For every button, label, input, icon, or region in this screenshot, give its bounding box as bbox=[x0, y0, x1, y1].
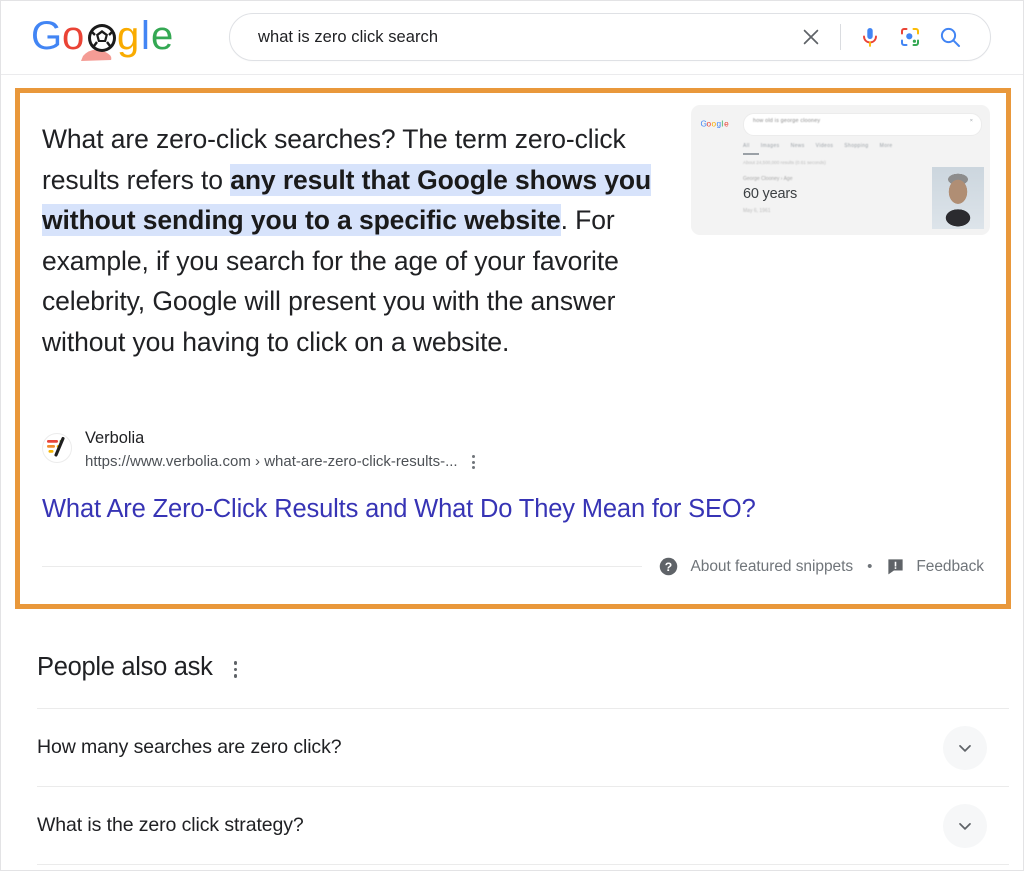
svg-text:o: o bbox=[62, 14, 84, 58]
people-also-ask-question: What is the zero click strategy? bbox=[37, 814, 304, 836]
thumbnail-tab: Images bbox=[760, 143, 780, 149]
google-lens-icon[interactable] bbox=[890, 17, 930, 57]
thumbnail-celebrity-photo bbox=[932, 167, 984, 229]
people-also-ask-bottom-divider bbox=[37, 864, 1009, 865]
svg-text:o: o bbox=[707, 119, 712, 128]
google-search-results-page: G o g l e what is zero click search What… bbox=[0, 0, 1024, 871]
search-bar-icons bbox=[791, 17, 990, 57]
microphone-icon[interactable] bbox=[850, 17, 890, 57]
thumbnail-tab-underline bbox=[743, 153, 759, 155]
featured-snippet: What are zero-click searches? The term z… bbox=[20, 93, 1006, 604]
about-this-result-kebab-icon[interactable] bbox=[467, 452, 480, 472]
thumbnail-search-box bbox=[743, 113, 982, 136]
svg-text:G: G bbox=[31, 14, 62, 58]
search-bar-divider bbox=[840, 24, 841, 50]
thumbnail-tab: More bbox=[879, 143, 893, 149]
people-also-ask-section: People also ask How many searches are ze… bbox=[1, 631, 1023, 865]
featured-snippet-thumbnail[interactable]: G o o g l e how old is george clooney × … bbox=[691, 105, 990, 235]
footer-separator: • bbox=[867, 558, 873, 575]
chevron-down-icon[interactable] bbox=[943, 725, 987, 770]
search-input[interactable] bbox=[230, 27, 791, 47]
thumbnail-tab: Videos bbox=[815, 143, 834, 149]
people-also-ask-title: People also ask bbox=[37, 653, 213, 681]
about-featured-snippets-link[interactable]: ? About featured snippets bbox=[658, 556, 853, 577]
result-title-link[interactable]: What Are Zero-Click Results and What Do … bbox=[42, 493, 756, 525]
verbolia-favicon bbox=[42, 433, 72, 463]
thumbnail-tab: Shopping bbox=[844, 143, 869, 149]
footer-divider bbox=[42, 566, 643, 567]
svg-text:o: o bbox=[712, 119, 717, 128]
svg-text:l: l bbox=[141, 14, 150, 58]
thumbnail-kp-label: George Clooney › Age bbox=[743, 176, 793, 182]
svg-text:e: e bbox=[151, 14, 173, 58]
people-also-ask-item[interactable]: What is the zero click strategy? bbox=[37, 786, 1009, 864]
source-site-name: Verbolia bbox=[85, 429, 145, 447]
svg-text:e: e bbox=[724, 119, 729, 128]
people-also-ask-header: People also ask bbox=[1, 631, 1023, 682]
thumbnail-query-text: how old is george clooney bbox=[753, 118, 821, 124]
snippet-source[interactable]: Verbolia https://www.verbolia.com › what… bbox=[42, 428, 480, 472]
feedback-link[interactable]: Feedback bbox=[886, 557, 984, 576]
svg-text:G: G bbox=[701, 119, 707, 128]
search-submit-icon[interactable] bbox=[930, 17, 970, 57]
thumbnail-tabs: All Images News Videos Shopping More bbox=[743, 143, 904, 149]
chevron-down-icon[interactable] bbox=[943, 803, 987, 848]
people-also-ask-item[interactable]: How many searches are zero click? bbox=[37, 708, 1009, 786]
svg-text:l: l bbox=[721, 119, 723, 128]
clear-icon[interactable] bbox=[791, 17, 831, 57]
svg-text:?: ? bbox=[665, 560, 672, 574]
thumbnail-answer: 60 years bbox=[743, 186, 798, 202]
featured-snippet-footer: ? About featured snippets • Feedback bbox=[42, 556, 984, 577]
people-also-ask-question: How many searches are zero click? bbox=[37, 736, 342, 758]
people-also-ask-list: How many searches are zero click? What i… bbox=[1, 708, 1023, 865]
featured-snippet-highlight-frame: What are zero-click searches? The term z… bbox=[15, 88, 1011, 609]
thumbnail-google-logo: G o o g l e bbox=[701, 119, 730, 128]
help-icon: ? bbox=[660, 557, 678, 576]
thumbnail-tab: News bbox=[790, 143, 805, 149]
about-featured-snippets-label: About featured snippets bbox=[690, 557, 854, 575]
search-header: G o g l e bbox=[1, 1, 1023, 75]
featured-snippet-text: What are zero-click searches? The term z… bbox=[42, 119, 674, 363]
feedback-icon bbox=[888, 559, 903, 575]
thumbnail-search-icons: × bbox=[969, 118, 978, 124]
search-bar[interactable] bbox=[229, 13, 991, 61]
svg-text:g: g bbox=[716, 119, 721, 128]
people-also-ask-kebab-icon[interactable] bbox=[228, 657, 243, 681]
thumbnail-birthdate: May 6, 1961 bbox=[743, 208, 771, 214]
thumbnail-tab: All bbox=[743, 143, 750, 149]
svg-text:g: g bbox=[117, 14, 139, 58]
google-doodle-logo[interactable]: G o g l e bbox=[29, 14, 179, 64]
source-url: https://www.verbolia.com › what-are-zero… bbox=[85, 453, 458, 471]
thumbnail-result-stats: About 24,500,000 results (0.61 seconds) bbox=[743, 160, 826, 165]
feedback-label: Feedback bbox=[916, 557, 984, 575]
